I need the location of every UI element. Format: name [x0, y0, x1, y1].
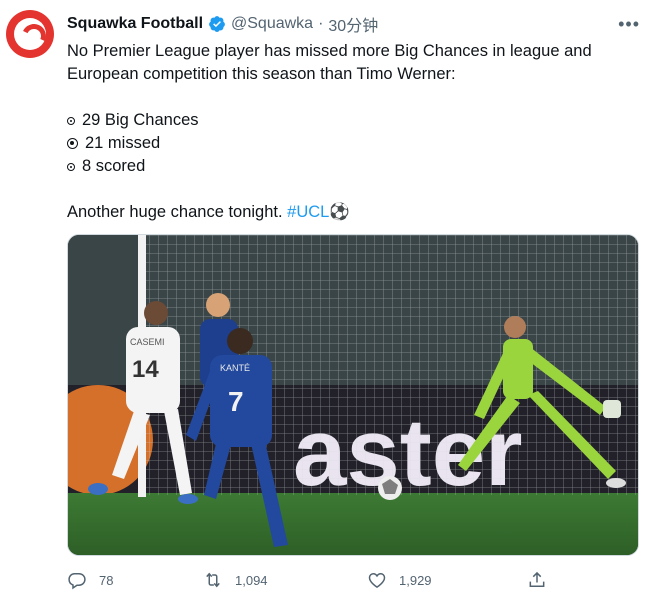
stat-big-chances: 29 Big Chances: [67, 109, 627, 132]
radio-bullet-icon: [67, 138, 78, 149]
player1-number: 14: [132, 356, 159, 383]
author-name[interactable]: Squawka Football: [67, 15, 203, 33]
author-handle[interactable]: @Squawka: [231, 15, 313, 33]
tweet: Squawka Football @Squawka · 30分钟 ••• No …: [0, 0, 660, 607]
like-button[interactable]: 1,929: [367, 570, 432, 590]
tweet-media-photo[interactable]: aster CASEM: [67, 234, 639, 556]
player2-number: 7: [228, 386, 244, 417]
stat-missed: 21 missed: [67, 132, 627, 155]
avatar[interactable]: [6, 10, 54, 58]
reply-button[interactable]: 78: [67, 570, 113, 590]
bullet-icon: [67, 116, 75, 125]
stat-missed-text: 21 missed: [85, 134, 161, 152]
soccer-ball-emoji: ⚽: [329, 203, 350, 221]
player1-name: CASEMI: [130, 337, 165, 347]
tweet-time[interactable]: 30分钟: [328, 12, 378, 36]
share-button[interactable]: [527, 570, 547, 590]
separator: ·: [318, 15, 324, 32]
tweet-text-line: No Premier League player has missed more…: [67, 42, 592, 83]
squawka-logo-icon: [14, 18, 46, 50]
stat-scored: 8 scored: [67, 155, 627, 178]
reply-count: 78: [99, 572, 114, 588]
pitch: [68, 493, 638, 555]
retweet-icon: [206, 572, 220, 588]
tweet-text: No Premier League player has missed more…: [67, 40, 627, 224]
retweet-count: 1,094: [235, 572, 268, 588]
like-count: 1,929: [399, 572, 432, 588]
stat-scored-text: 8 scored: [82, 157, 146, 175]
share-icon: [529, 571, 545, 587]
player2-name: KANTÉ: [220, 363, 250, 373]
stat-big-chances-text: 29 Big Chances: [82, 111, 199, 129]
hashtag-link[interactable]: #UCL: [287, 203, 329, 221]
tweet-actions: 78 1,094 1,929: [67, 570, 567, 596]
tweet-header: Squawka Football @Squawka · 30分钟: [67, 13, 378, 35]
retweet-button[interactable]: 1,094: [203, 570, 268, 590]
bullet-icon: [67, 162, 75, 171]
heart-icon: [368, 572, 386, 588]
closing-text: Another huge chance tonight.: [67, 203, 288, 221]
more-options-icon[interactable]: •••: [618, 14, 640, 35]
reply-icon: [68, 573, 86, 590]
football-photo: aster CASEM: [68, 235, 638, 555]
verified-badge-icon: [209, 16, 225, 32]
closing-line: Another huge chance tonight. #UCL⚽: [67, 201, 627, 224]
